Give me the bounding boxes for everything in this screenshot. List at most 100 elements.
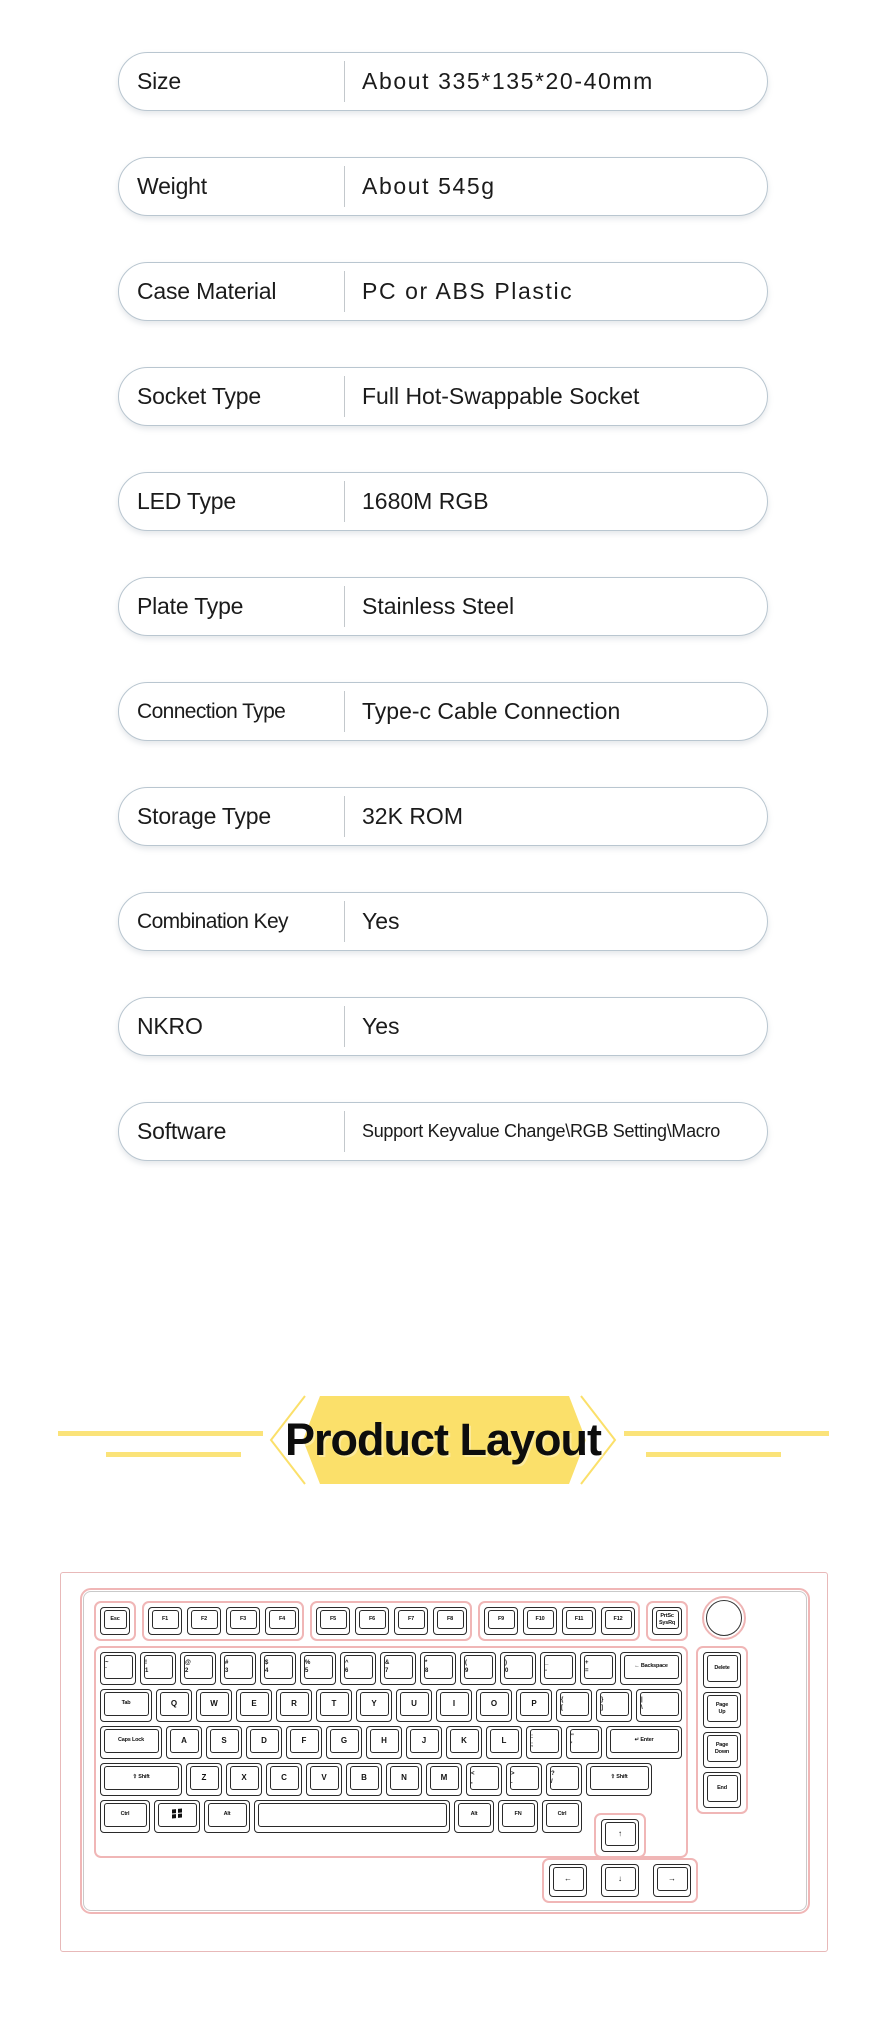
key-n[interactable]: N [386, 1763, 422, 1796]
key-backslash[interactable]: |\ [636, 1689, 682, 1722]
key-f6[interactable]: F6 [355, 1607, 389, 1635]
key-right-alt[interactable]: Alt [454, 1800, 494, 1833]
key-minus[interactable]: _- [540, 1652, 576, 1685]
key-k[interactable]: K [446, 1726, 482, 1759]
key-e[interactable]: E [236, 1689, 272, 1722]
key-3[interactable]: #3 [220, 1652, 256, 1685]
key-o[interactable]: O [476, 1689, 512, 1722]
key-w[interactable]: W [196, 1689, 232, 1722]
key-right-ctrl[interactable]: Ctrl [542, 1800, 582, 1833]
keyboard-board: Esc F1 F2 F3 F4 F5 F6 F7 F8 F9 F10 F11 F… [83, 1591, 807, 1911]
key-f11[interactable]: F11 [562, 1607, 596, 1635]
key-0[interactable]: )0 [500, 1652, 536, 1685]
decor-line [624, 1431, 829, 1436]
spec-label: Weight [119, 158, 344, 215]
key-f10[interactable]: F10 [523, 1607, 557, 1635]
key-enter[interactable]: ↵ Enter [606, 1726, 682, 1759]
key-f7[interactable]: F7 [394, 1607, 428, 1635]
key-quote[interactable]: "' [566, 1726, 602, 1759]
key-8[interactable]: *8 [420, 1652, 456, 1685]
key-1[interactable]: !1 [140, 1652, 176, 1685]
key-arrow-right[interactable]: → [653, 1864, 691, 1897]
key-esc[interactable]: Esc [100, 1607, 130, 1635]
key-end[interactable]: End [703, 1772, 741, 1808]
spec-value: 32K ROM [345, 788, 767, 845]
key-r[interactable]: R [276, 1689, 312, 1722]
key-backtick[interactable]: ~` [100, 1652, 136, 1685]
key-q[interactable]: Q [156, 1689, 192, 1722]
spec-label: Connection Type [119, 683, 344, 740]
key-9[interactable]: (9 [460, 1652, 496, 1685]
key-f[interactable]: F [286, 1726, 322, 1759]
decor-line [58, 1431, 263, 1436]
key-h[interactable]: H [366, 1726, 402, 1759]
key-t[interactable]: T [316, 1689, 352, 1722]
key-period[interactable]: >. [506, 1763, 542, 1796]
key-a[interactable]: A [166, 1726, 202, 1759]
key-delete[interactable]: Delete [703, 1652, 741, 1688]
key-l[interactable]: L [486, 1726, 522, 1759]
key-f1[interactable]: F1 [148, 1607, 182, 1635]
key-arrow-left[interactable]: ← [549, 1864, 587, 1897]
volume-knob[interactable] [702, 1596, 746, 1640]
key-4[interactable]: $4 [260, 1652, 296, 1685]
key-slash[interactable]: ?/ [546, 1763, 582, 1796]
key-left-ctrl[interactable]: Ctrl [100, 1800, 150, 1833]
key-x[interactable]: X [226, 1763, 262, 1796]
key-fn[interactable]: FN [498, 1800, 538, 1833]
key-left-alt[interactable]: Alt [204, 1800, 250, 1833]
key-f12[interactable]: F12 [601, 1607, 635, 1635]
key-lbracket[interactable]: {[ [556, 1689, 592, 1722]
key-rbracket[interactable]: }] [596, 1689, 632, 1722]
key-f4[interactable]: F4 [265, 1607, 299, 1635]
key-j[interactable]: J [406, 1726, 442, 1759]
key-f5[interactable]: F5 [316, 1607, 350, 1635]
spec-value: Yes [345, 998, 767, 1055]
key-arrow-up[interactable]: ↑ [601, 1819, 639, 1852]
key-2[interactable]: @2 [180, 1652, 216, 1685]
key-c[interactable]: C [266, 1763, 302, 1796]
key-p[interactable]: P [516, 1689, 552, 1722]
key-y[interactable]: Y [356, 1689, 392, 1722]
key-f3[interactable]: F3 [226, 1607, 260, 1635]
key-backspace[interactable]: ← Backspace [620, 1652, 682, 1685]
spec-value: Support Keyvalue Change\RGB Setting\Macr… [345, 1103, 767, 1160]
key-v[interactable]: V [306, 1763, 342, 1796]
key-m[interactable]: M [426, 1763, 462, 1796]
key-b[interactable]: B [346, 1763, 382, 1796]
key-f2[interactable]: F2 [187, 1607, 221, 1635]
spec-value: About 335*135*20-40mm [345, 53, 767, 110]
key-right-shift[interactable]: ⇧ Shift [586, 1763, 652, 1796]
key-semicolon[interactable]: :; [526, 1726, 562, 1759]
key-f8[interactable]: F8 [433, 1607, 467, 1635]
key-d[interactable]: D [246, 1726, 282, 1759]
key-5[interactable]: %5 [300, 1652, 336, 1685]
spec-value: 1680M RGB [345, 473, 767, 530]
table-row: Socket Type Full Hot-Swappable Socket [118, 367, 768, 426]
key-label-bottom: SysRq [659, 1620, 675, 1626]
key-7[interactable]: &7 [380, 1652, 416, 1685]
spec-value: Yes [345, 893, 767, 950]
table-row: Size About 335*135*20-40mm [118, 52, 768, 111]
key-space[interactable] [254, 1800, 450, 1833]
banner-chevron-frame: Product Layout [243, 1392, 643, 1488]
key-tab[interactable]: Tab [100, 1689, 152, 1722]
key-printscreen[interactable]: PrtSc SysRq [652, 1607, 682, 1635]
key-comma[interactable]: <, [466, 1763, 502, 1796]
key-u[interactable]: U [396, 1689, 432, 1722]
key-s[interactable]: S [206, 1726, 242, 1759]
spec-value: Stainless Steel [345, 578, 767, 635]
key-page-down[interactable]: Page Down [703, 1732, 741, 1768]
key-z[interactable]: Z [186, 1763, 222, 1796]
key-equal[interactable]: += [580, 1652, 616, 1685]
key-page-up[interactable]: Page Up [703, 1692, 741, 1728]
key-windows[interactable] [154, 1800, 200, 1833]
key-6[interactable]: ^6 [340, 1652, 376, 1685]
key-g[interactable]: G [326, 1726, 362, 1759]
key-f9[interactable]: F9 [484, 1607, 518, 1635]
key-left-shift[interactable]: ⇧ Shift [100, 1763, 182, 1796]
key-capslock[interactable]: Caps Lock [100, 1726, 162, 1759]
page-title: Product Layout [243, 1392, 643, 1488]
key-i[interactable]: I [436, 1689, 472, 1722]
key-arrow-down[interactable]: ↓ [601, 1864, 639, 1897]
